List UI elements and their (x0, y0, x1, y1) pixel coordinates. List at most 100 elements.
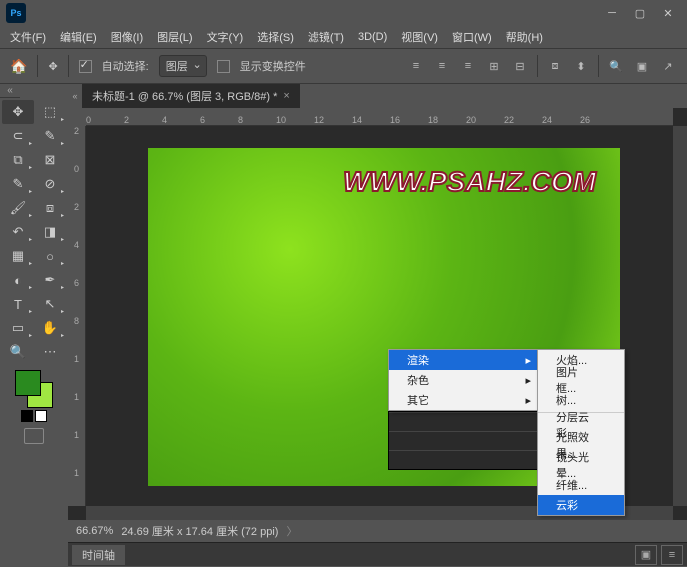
empty-list-panel (388, 411, 538, 470)
eyedropper-tool[interactable]: ✎▸ (2, 172, 34, 196)
text-tool[interactable]: T▸ (2, 292, 34, 316)
menu-item[interactable]: 杂色▸ (389, 370, 537, 390)
menu-select[interactable]: 选择(S) (253, 29, 298, 45)
menu-filter[interactable]: 滤镜(T) (304, 29, 348, 45)
document-tab-label: 未标题-1 @ 66.7% (图层 3, RGB/8#) * (92, 88, 277, 104)
divider (537, 55, 538, 77)
align-3d-icon[interactable]: ⬍ (572, 57, 590, 75)
marquee-tool[interactable]: ⬚▸ (34, 100, 66, 124)
workspace-icon[interactable]: ▣ (633, 57, 651, 75)
lasso-tool[interactable]: ⊂▸ (2, 124, 34, 148)
3d-mode-icon[interactable]: ⧈ (546, 57, 564, 75)
fg-color-swatch[interactable] (15, 370, 41, 396)
auto-select-label: 自动选择: (102, 58, 149, 74)
menu-edit[interactable]: 编辑(E) (56, 29, 101, 45)
main-area: « ✥ ⬚▸ ⊂▸ ✎▸ ⧉▸ ⊠ ✎▸ ⊘▸ 🖌▸ ⧈▸ ↶▸ ◨▸ ▦▸ ○… (0, 84, 687, 566)
divider (68, 55, 69, 77)
brush-tool[interactable]: 🖌▸ (2, 196, 34, 220)
bottom-panel: 时间轴 ▣ ≡ (68, 542, 687, 566)
distribute-1-icon[interactable]: ⊞ (485, 57, 503, 75)
options-bar: 🏠 ✥ 自动选择: 图层 显示变换控件 ≡ ≡ ≡ ⊞ ⊟ ⧈ ⬍ 🔍 ▣ ↗ (0, 48, 687, 84)
history-tool[interactable]: ↶▸ (2, 220, 34, 244)
status-menu-icon[interactable]: 〉 (286, 523, 297, 539)
divider (598, 55, 599, 77)
minimize-button[interactable]: ─ (599, 2, 625, 24)
hand-tool[interactable]: ✋▸ (34, 316, 66, 340)
align-left-icon[interactable]: ≡ (407, 57, 425, 75)
path-tool[interactable]: ↖▸ (34, 292, 66, 316)
app-logo: Ps (6, 3, 26, 23)
menu-help[interactable]: 帮助(H) (502, 29, 547, 45)
default-colors-icon[interactable] (21, 410, 33, 422)
quickselect-tool[interactable]: ✎▸ (34, 124, 66, 148)
panel-btn-2[interactable]: ≡ (661, 545, 683, 565)
toolbox: « ✥ ⬚▸ ⊂▸ ✎▸ ⧉▸ ⊠ ✎▸ ⊘▸ 🖌▸ ⧈▸ ↶▸ ◨▸ ▦▸ ○… (0, 84, 68, 566)
show-transform-label: 显示变换控件 (240, 58, 306, 74)
menu-window[interactable]: 窗口(W) (448, 29, 496, 45)
menu-view[interactable]: 视图(V) (397, 29, 442, 45)
scrollbar-vertical[interactable] (673, 126, 687, 506)
share-icon[interactable]: ↗ (659, 57, 677, 75)
auto-select-checkbox[interactable] (79, 60, 92, 73)
search-icon[interactable]: 🔍 (607, 57, 625, 75)
menu-3d[interactable]: 3D(D) (354, 31, 391, 43)
menu-item[interactable]: 云彩 (538, 495, 624, 515)
doc-dimensions: 24.69 厘米 x 17.64 厘米 (72 ppi) (121, 523, 278, 539)
close-button[interactable]: ✕ (655, 2, 681, 24)
menu-item[interactable]: 纤维... (538, 475, 624, 495)
maximize-button[interactable]: ▢ (627, 2, 653, 24)
swap-colors-icon[interactable] (35, 410, 47, 422)
menubar: 文件(F) 编辑(E) 图像(I) 图层(L) 文字(Y) 选择(S) 滤镜(T… (0, 26, 687, 48)
color-swatches (0, 366, 68, 448)
doctabs-collapse[interactable]: « (68, 91, 82, 101)
ruler-vertical[interactable]: 2024681111 (68, 126, 86, 506)
canvas-area: 02468101214161820222426 2024681111 WWW.P… (68, 108, 687, 520)
menu-item[interactable]: 渲染▸ (389, 350, 537, 370)
menu-item[interactable]: 镜头光晕... (538, 455, 624, 475)
distribute-2-icon[interactable]: ⊟ (511, 57, 529, 75)
menu-layer[interactable]: 图层(L) (153, 29, 196, 45)
clone-tool[interactable]: ⧈▸ (34, 196, 66, 220)
dodge-tool[interactable]: ◐▸ (2, 268, 34, 292)
move-tool-icon: ✥ (48, 60, 57, 73)
home-icon[interactable]: 🏠 (10, 58, 27, 75)
ruler-horizontal[interactable]: 02468101214161820222426 (86, 108, 673, 126)
move-tool[interactable]: ✥ (2, 100, 34, 124)
align-center-icon[interactable]: ≡ (433, 57, 451, 75)
menu-file[interactable]: 文件(F) (6, 29, 50, 45)
layer-scope-dropdown[interactable]: 图层 (159, 55, 207, 77)
canvas-watermark-text: WWW.PSAHZ.COM (343, 166, 596, 198)
menu-item[interactable]: 树... (538, 390, 624, 410)
edit-toolbar[interactable]: ⋯ (34, 340, 66, 364)
document-tab[interactable]: 未标题-1 @ 66.7% (图层 3, RGB/8#) * × (82, 84, 300, 108)
render-submenu: 火焰...图片框...树...分层云彩光照效果...镜头光晕...纤维...云彩 (537, 349, 625, 516)
shape-tool[interactable]: ▭▸ (2, 316, 34, 340)
menu-item[interactable]: 图片框... (538, 370, 624, 390)
close-tab-icon[interactable]: × (283, 90, 289, 102)
quickmask-toggle[interactable] (24, 428, 44, 444)
ruler-corner (68, 108, 86, 126)
filter-submenu: 渲染▸杂色▸其它▸ (388, 349, 538, 411)
panel-btn-1[interactable]: ▣ (635, 545, 657, 565)
pen-tool[interactable]: ✒▸ (34, 268, 66, 292)
crop-tool[interactable]: ⧉▸ (2, 148, 34, 172)
document-canvas[interactable]: WWW.PSAHZ.COM 渲染▸杂色▸其它▸ 火焰...图片框...树...分… (148, 148, 620, 486)
toolbox-collapse[interactable]: « (0, 84, 20, 98)
heal-tool[interactable]: ⊘▸ (34, 172, 66, 196)
align-right-icon[interactable]: ≡ (459, 57, 477, 75)
zoom-level[interactable]: 66.67% (76, 525, 113, 537)
show-transform-checkbox[interactable] (217, 60, 230, 73)
gradient-tool[interactable]: ▦▸ (2, 244, 34, 268)
frame-tool[interactable]: ⊠ (34, 148, 66, 172)
workspace: « 未标题-1 @ 66.7% (图层 3, RGB/8#) * × 02468… (68, 84, 687, 566)
menu-image[interactable]: 图像(I) (107, 29, 147, 45)
menu-item[interactable]: 其它▸ (389, 390, 537, 410)
zoom-tool[interactable]: 🔍 (2, 340, 34, 364)
titlebar: Ps ─ ▢ ✕ (0, 0, 687, 26)
eraser-tool[interactable]: ◨▸ (34, 220, 66, 244)
status-bar: 66.67% 24.69 厘米 x 17.64 厘米 (72 ppi) 〉 (68, 520, 687, 542)
menu-text[interactable]: 文字(Y) (203, 29, 248, 45)
blur-tool[interactable]: ○▸ (34, 244, 66, 268)
timeline-tab[interactable]: 时间轴 (72, 545, 125, 565)
divider (37, 55, 38, 77)
